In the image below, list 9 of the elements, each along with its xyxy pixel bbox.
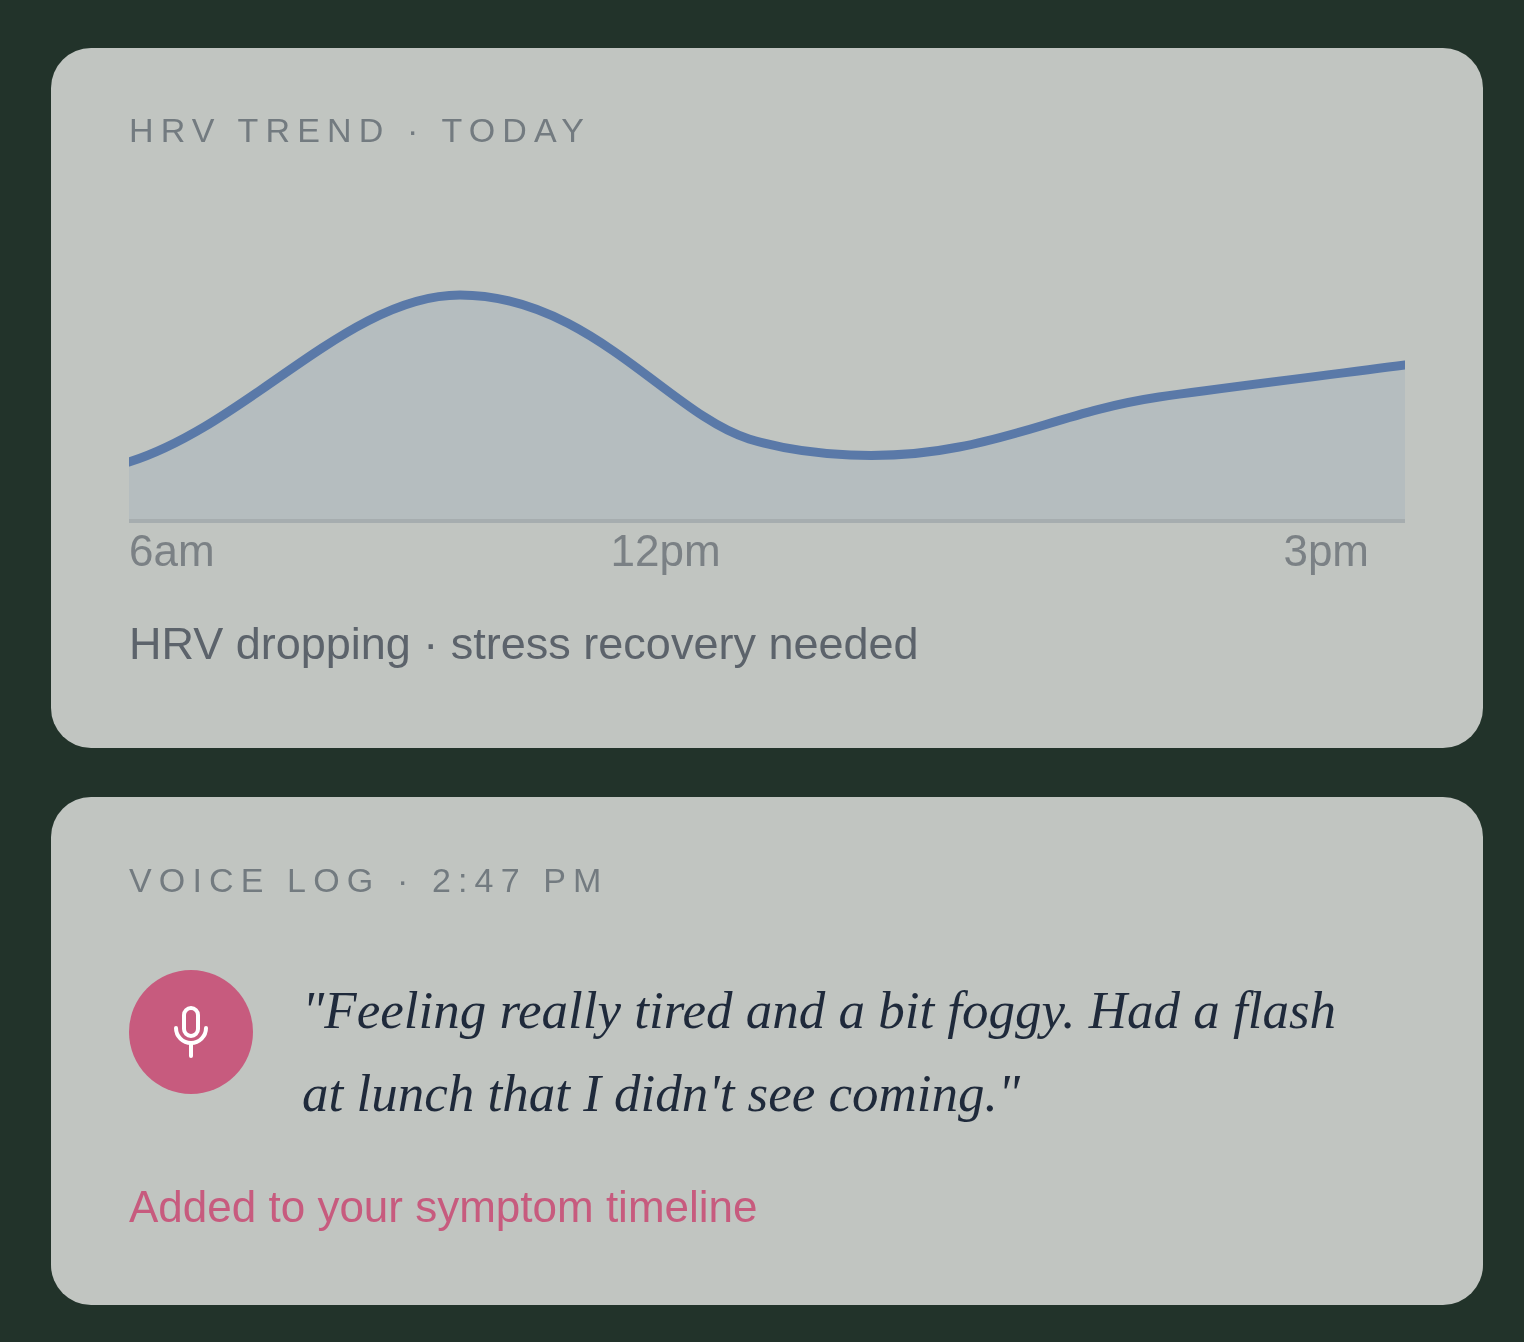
hrv-summary: HRV dropping · stress recovery needed <box>129 619 919 669</box>
card-title: VOICE LOG · 2:47 PM <box>129 860 609 900</box>
axis-label: 6am <box>129 526 215 576</box>
axis-label: 3pm <box>1283 526 1369 576</box>
microphone-icon <box>129 970 253 1094</box>
status-message: Added to your symptom timeline <box>129 1182 758 1232</box>
axis-label: 12pm <box>610 526 721 576</box>
card-title: HRV TREND · TODAY <box>129 110 592 150</box>
voice-transcript: "Feeling really tired and a bit foggy. Had a flash at lunch that I didn't see coming." <box>302 980 1338 1124</box>
